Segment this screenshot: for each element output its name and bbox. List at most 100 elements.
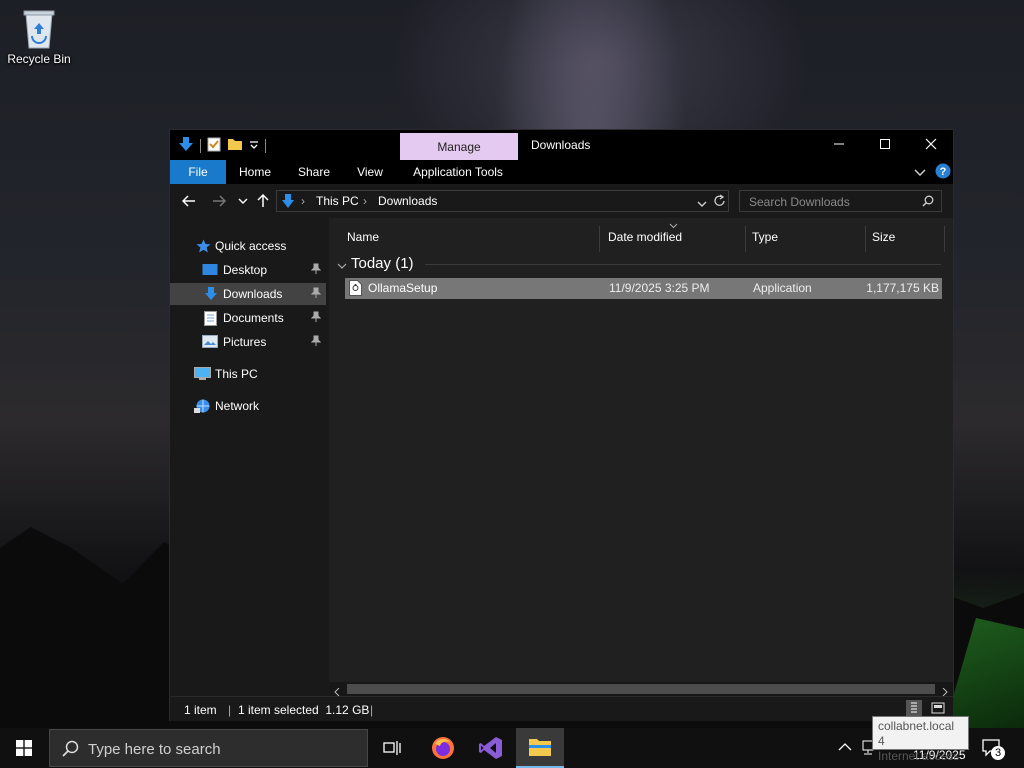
item-count: 1 item <box>184 703 217 717</box>
group-divider <box>425 264 941 265</box>
customize-toolbar-chevron-icon[interactable] <box>249 139 259 153</box>
column-header-size[interactable]: Size <box>872 224 895 250</box>
scrollbar-thumb[interactable] <box>347 684 935 694</box>
column-separator[interactable] <box>944 226 945 252</box>
tab-file[interactable]: File <box>170 160 226 184</box>
task-view-icon <box>383 741 401 755</box>
column-header-date-modified[interactable]: Date modified <box>608 224 682 250</box>
file-row-ollamasetup[interactable]: OllamaSetup 11/9/2025 3:25 PM Applicatio… <box>345 278 942 299</box>
pin-icon[interactable] <box>310 311 322 326</box>
file-type: Application <box>753 281 812 295</box>
title-bar: Manage Downloads <box>170 130 953 160</box>
recycle-bin-label: Recycle Bin <box>7 52 71 66</box>
close-button[interactable] <box>908 130 954 158</box>
tooltip-line-network-name: collabnet.local 4 <box>878 719 955 748</box>
search-icon[interactable] <box>922 195 934 210</box>
tab-application-tools[interactable]: Application Tools <box>402 160 514 184</box>
address-history-chevron-icon[interactable] <box>697 197 707 211</box>
maximize-button[interactable] <box>862 130 908 158</box>
breadcrumb-separator: › <box>301 194 305 208</box>
pictures-folder-icon <box>202 335 218 349</box>
new-folder-icon[interactable] <box>227 137 243 154</box>
search-placeholder: Search Downloads <box>749 195 850 209</box>
address-row: › This PC › Downloads Search Downloads <box>170 184 953 218</box>
window-title: Downloads <box>531 138 591 152</box>
back-button[interactable] <box>180 192 198 210</box>
nav-item-downloads[interactable]: Downloads <box>170 283 326 305</box>
tab-share[interactable]: Share <box>292 160 336 184</box>
nav-label: Downloads <box>223 287 283 301</box>
breadcrumb-separator: › <box>363 194 367 208</box>
show-hidden-icons-chevron-icon[interactable] <box>838 741 852 755</box>
navigation-pane: Quick access Desktop Downloads Documents <box>170 218 328 696</box>
expand-ribbon-chevron-icon[interactable] <box>914 167 926 181</box>
application-file-icon <box>349 280 362 299</box>
breadcrumb-downloads[interactable]: Downloads <box>378 194 437 208</box>
selection-info: 1 item selected 1.12 GB <box>238 703 370 717</box>
notification-count-badge: 3 <box>994 747 1002 759</box>
breadcrumb-this-pc[interactable]: This PC <box>316 194 359 208</box>
recycle-bin-desktop-icon[interactable]: Recycle Bin <box>4 6 74 66</box>
tooltip-line-access-status: Internet access <box>878 749 960 763</box>
nav-label: Documents <box>223 311 284 325</box>
help-icon[interactable]: ? <box>935 163 951 182</box>
nav-item-pictures[interactable]: Pictures <box>170 331 326 353</box>
file-date-modified: 11/9/2025 3:25 PM <box>609 281 710 295</box>
nav-label: Network <box>215 399 260 413</box>
column-separator[interactable] <box>745 226 746 252</box>
toolbar-separator <box>200 138 201 153</box>
nav-item-documents[interactable]: Documents <box>170 307 326 329</box>
taskbar-file-explorer[interactable] <box>516 728 564 768</box>
star-icon <box>196 239 212 253</box>
nav-label: Quick access <box>215 239 287 253</box>
horizontal-scrollbar[interactable] <box>329 682 953 697</box>
group-header-today[interactable]: Today (1) <box>337 254 943 274</box>
column-separator[interactable] <box>865 226 866 252</box>
network-icon <box>194 399 210 413</box>
pin-icon[interactable] <box>310 287 322 302</box>
taskbar-firefox[interactable] <box>419 728 467 768</box>
collapse-chevron-icon[interactable] <box>337 259 347 273</box>
status-bar: 1 item | 1 item selected 1.12 GB | <box>170 696 953 721</box>
nav-item-desktop[interactable]: Desktop <box>170 259 326 281</box>
up-button[interactable] <box>254 192 272 210</box>
taskbar-search-placeholder: Type here to search <box>88 741 221 758</box>
address-bar[interactable]: › This PC › Downloads <box>276 190 729 212</box>
column-separator[interactable] <box>599 226 600 252</box>
start-button[interactable] <box>0 728 48 768</box>
forward-button[interactable] <box>210 192 228 210</box>
nav-label: This PC <box>215 367 258 381</box>
properties-icon[interactable] <box>207 136 221 155</box>
desktop-folder-icon <box>202 263 218 277</box>
computer-icon <box>194 367 211 381</box>
tab-view[interactable]: View <box>348 160 392 184</box>
minimize-button[interactable] <box>816 130 862 158</box>
firefox-icon <box>432 737 454 759</box>
column-header-type[interactable]: Type <box>752 224 778 250</box>
file-size: 1,177,175 KB <box>866 281 939 295</box>
pin-icon[interactable] <box>310 263 322 278</box>
quick-access-toolbar <box>178 136 266 155</box>
details-view-icon[interactable] <box>906 700 922 716</box>
search-downloads-input[interactable]: Search Downloads <box>739 190 942 212</box>
nav-network[interactable]: Network <box>170 395 326 417</box>
file-name: OllamaSetup <box>368 281 438 295</box>
manage-context-tab[interactable]: Manage <box>400 133 518 160</box>
refresh-icon[interactable] <box>713 194 726 211</box>
nav-this-pc[interactable]: This PC <box>170 363 326 385</box>
downloads-folder-icon <box>281 193 295 212</box>
toolbar-separator <box>265 138 266 153</box>
recent-locations-chevron-icon[interactable] <box>234 192 252 210</box>
task-view-button[interactable] <box>368 728 416 768</box>
svg-text:?: ? <box>940 166 947 178</box>
taskbar-visual-studio[interactable] <box>467 728 515 768</box>
taskbar-search-box[interactable]: Type here to search <box>49 729 368 767</box>
status-separator: | <box>370 703 374 717</box>
nav-quick-access[interactable]: Quick access <box>170 235 326 257</box>
tab-home[interactable]: Home <box>233 160 277 184</box>
column-header-name[interactable]: Name <box>347 224 379 250</box>
status-separator: | <box>228 703 232 717</box>
download-arrow-icon[interactable] <box>178 136 194 155</box>
pin-icon[interactable] <box>310 335 322 350</box>
windows-logo-icon <box>16 740 32 756</box>
